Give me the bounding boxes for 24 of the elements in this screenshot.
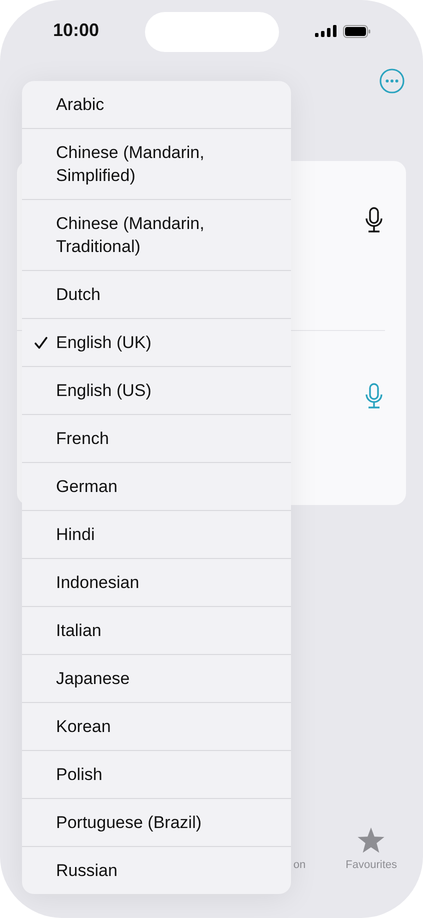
tab-label: Favourites bbox=[346, 859, 397, 871]
language-option[interactable]: Chinese (Mandarin, Simplified) bbox=[22, 128, 291, 199]
tab-label: on bbox=[293, 859, 306, 871]
language-option[interactable]: Japanese bbox=[22, 654, 291, 702]
language-option[interactable]: Arabic bbox=[22, 81, 291, 128]
language-option[interactable]: Polish bbox=[22, 750, 291, 798]
more-icon[interactable] bbox=[379, 68, 405, 94]
language-option[interactable]: French bbox=[22, 414, 291, 462]
language-option[interactable]: English (UK) bbox=[22, 318, 291, 366]
language-option[interactable]: Dutch bbox=[22, 270, 291, 318]
status-time: 10:00 bbox=[53, 20, 100, 40]
language-option[interactable]: English (US) bbox=[22, 366, 291, 414]
language-option[interactable]: German bbox=[22, 462, 291, 510]
language-option[interactable]: Portuguese (Brazil) bbox=[22, 798, 291, 846]
microphone-icon[interactable] bbox=[365, 207, 383, 233]
language-option[interactable]: Russian bbox=[22, 846, 291, 894]
language-option[interactable]: Korean bbox=[22, 702, 291, 750]
language-option[interactable]: Hindi bbox=[22, 510, 291, 558]
language-option[interactable]: Chinese (Mandarin, Traditional) bbox=[22, 199, 291, 270]
language-option[interactable]: Indonesian bbox=[22, 558, 291, 606]
signal-icon bbox=[315, 25, 337, 37]
battery-icon bbox=[343, 24, 371, 38]
language-option[interactable]: Italian bbox=[22, 606, 291, 654]
star-icon bbox=[357, 827, 386, 854]
